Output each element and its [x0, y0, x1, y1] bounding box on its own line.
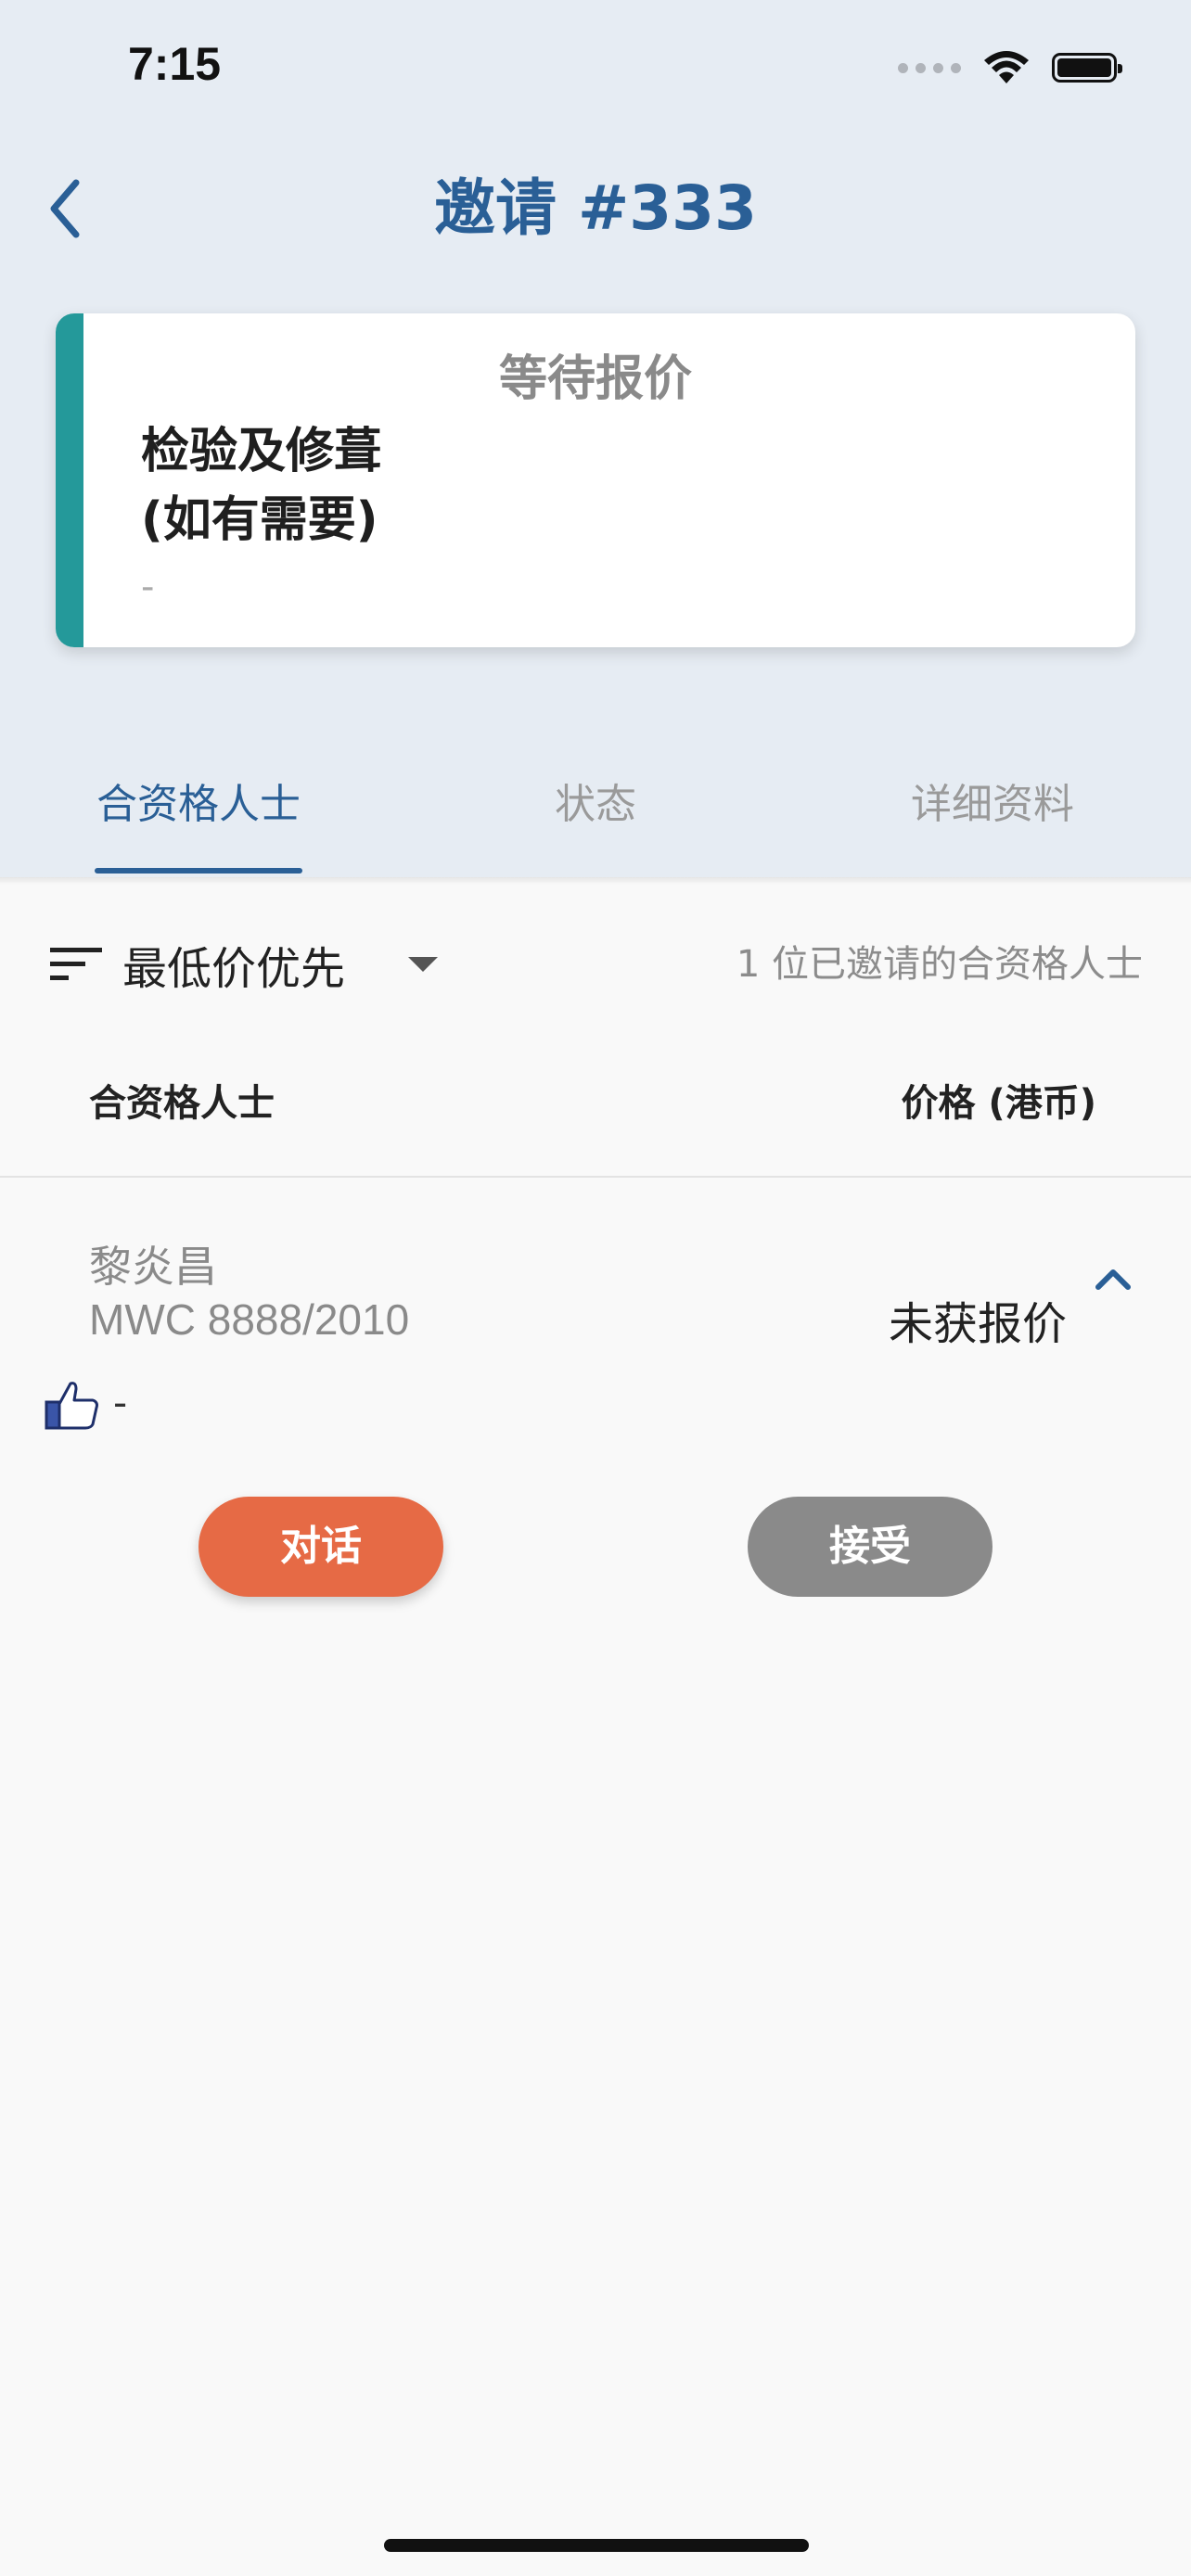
registration-number: MWC 8888/2010 [89, 1295, 410, 1344]
tab-active-indicator [95, 868, 302, 874]
tab-qualified-persons[interactable]: 合资格人士 [0, 733, 397, 877]
tabs-shadow [0, 877, 1191, 885]
divider [0, 1176, 1191, 1178]
card-subtitle: - [141, 566, 155, 608]
page-title: 邀请 #333 [433, 172, 758, 244]
price-value: 未获报价 [888, 1298, 1067, 1350]
card-status: 等待报价 [498, 351, 692, 407]
chevron-up-icon[interactable] [1087, 1259, 1139, 1296]
home-indicator [384, 2539, 809, 2552]
person-name: 黎炎昌 [89, 1242, 217, 1292]
chat-button[interactable]: 对话 [198, 1497, 443, 1597]
table-header: 合资格人士 价格 (港币) [0, 1066, 1191, 1141]
rating-value: - [113, 1380, 128, 1425]
signal-icon [898, 62, 961, 73]
wifi-icon [984, 51, 1029, 83]
battery-icon [1052, 53, 1122, 83]
sort-icon [50, 948, 102, 980]
status-icons [898, 45, 1122, 91]
tab-bar: 合资格人士 状态 详细资料 [0, 733, 1191, 877]
sort-dropdown[interactable]: 最低价优先 [50, 927, 439, 1001]
column-header-price: 价格 (港币) [901, 1082, 1097, 1125]
header-area: 7:15 邀请 #333 等待报价 检验及修葺 (如有需要) - 合资格人士 状… [0, 0, 1191, 877]
tab-details[interactable]: 详细资料 [794, 733, 1191, 877]
column-header-qualified-person: 合资格人士 [89, 1082, 275, 1125]
card-title: 检验及修葺 (如有需要) [141, 424, 383, 548]
accept-button[interactable]: 接受 [748, 1497, 992, 1597]
invited-count: 1 位已邀请的合资格人士 [736, 943, 1143, 986]
invitation-summary-card: 等待报价 检验及修葺 (如有需要) - [56, 313, 1135, 647]
sort-row: 最低价优先 1 位已邀请的合资格人士 [0, 927, 1191, 1001]
tab-status[interactable]: 状态 [397, 733, 794, 877]
status-time: 7:15 [128, 38, 222, 90]
sort-label: 最低价优先 [122, 943, 346, 995]
caret-down-icon [408, 957, 439, 972]
thumbs-up-icon [45, 1382, 98, 1430]
